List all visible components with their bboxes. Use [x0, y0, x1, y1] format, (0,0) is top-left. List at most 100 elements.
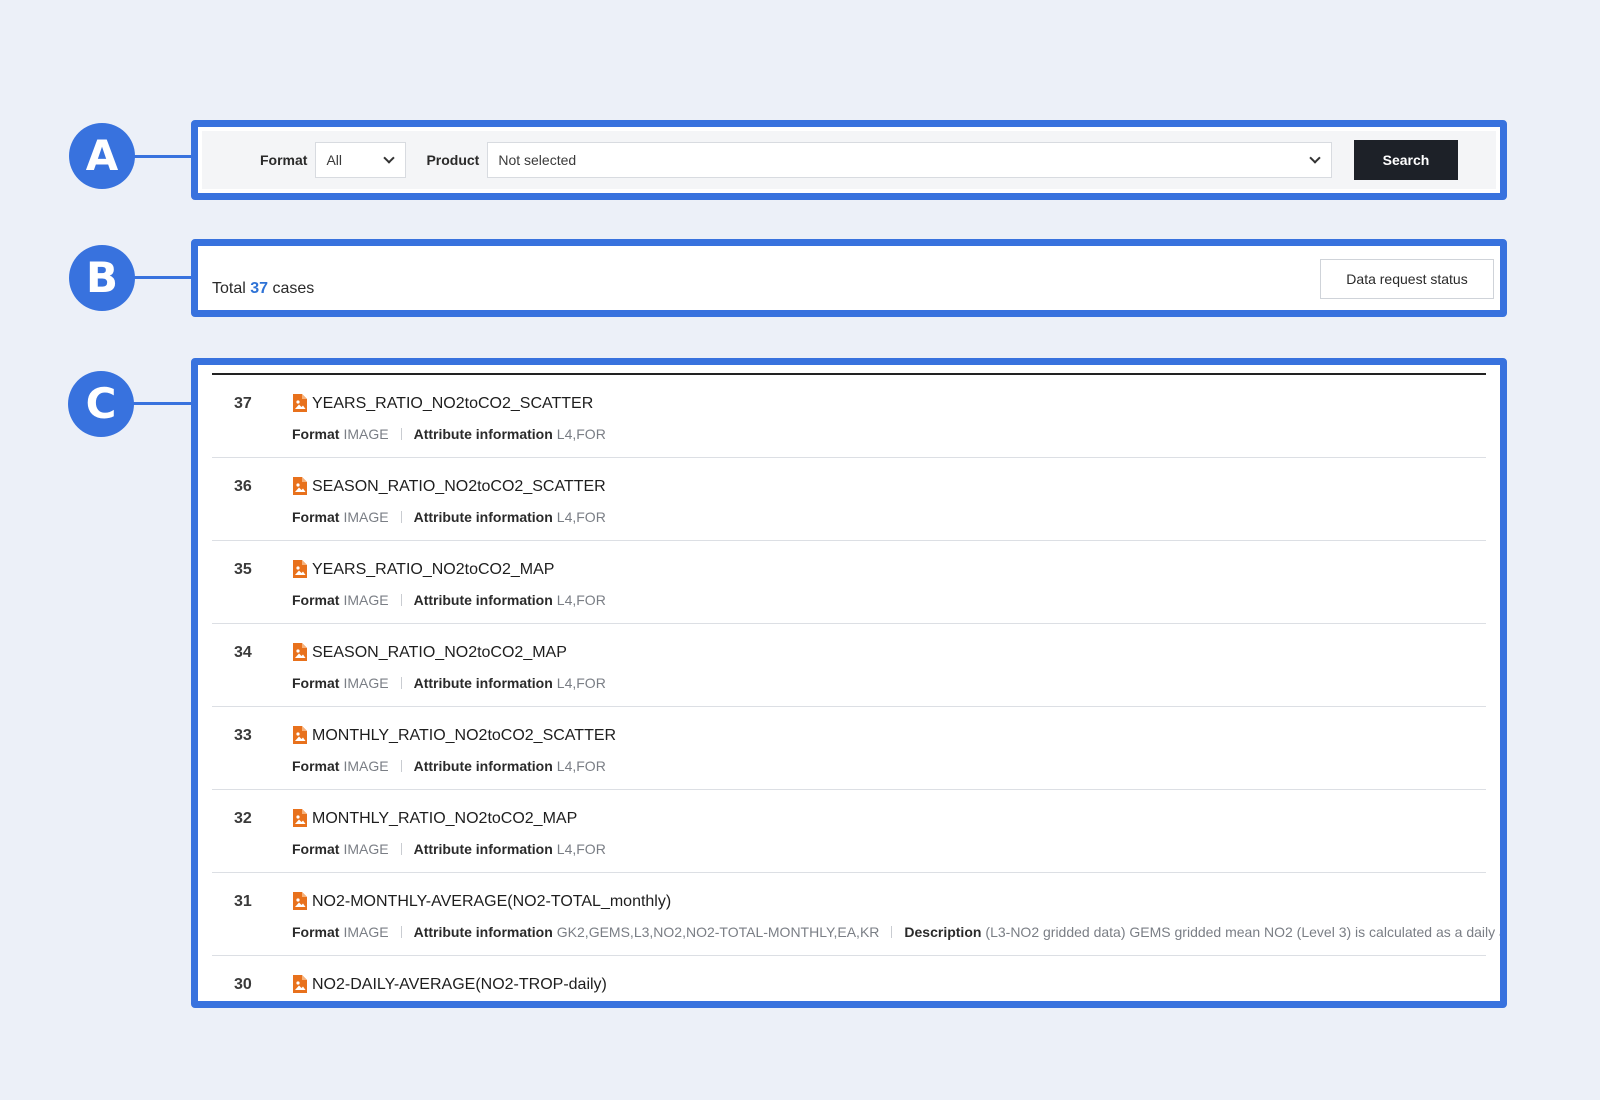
format-label: Format: [292, 841, 340, 857]
image-file-icon: [293, 892, 307, 910]
format-select-value: All: [326, 152, 343, 168]
results-section-frame: 37 YEARS_RATIO_NO2toCO2_SCATTER Format IM…: [191, 358, 1507, 1008]
callout-a: A: [69, 123, 135, 189]
product-label: Product: [426, 152, 480, 168]
format-value: IMAGE: [343, 758, 389, 774]
total-cases-text: Total 37 cases: [212, 280, 314, 298]
image-file-icon: [293, 560, 307, 578]
image-file-icon: [293, 394, 307, 412]
filter-bar: Format All Product Not selected Search: [202, 131, 1496, 189]
format-value: IMAGE: [343, 592, 389, 608]
format-value: IMAGE: [343, 426, 389, 442]
item-meta: Format IMAGE Attribute information GK2,GEMS…: [292, 924, 1507, 940]
meta-separator: [400, 428, 402, 440]
callout-c: C: [68, 371, 134, 437]
total-prefix: Total: [212, 280, 246, 297]
format-label: Format: [292, 675, 340, 691]
chevron-down-icon: [383, 151, 396, 164]
chevron-down-icon: [1309, 151, 1322, 164]
item-title[interactable]: NO2-MONTHLY-AVERAGE(NO2-TOTAL_monthly): [312, 893, 671, 911]
format-value: IMAGE: [343, 675, 389, 691]
meta-separator: [400, 594, 402, 606]
item-number: 35: [234, 561, 252, 578]
attribute-label: Attribute information: [413, 426, 553, 442]
format-label: Format: [292, 924, 340, 940]
format-value: IMAGE: [343, 841, 389, 857]
item-title[interactable]: YEARS_RATIO_NO2toCO2_MAP: [312, 561, 554, 579]
search-button[interactable]: Search: [1354, 140, 1458, 180]
attribute-value: L4,FOR: [556, 509, 606, 525]
item-number: 37: [234, 395, 252, 412]
meta-separator: [400, 677, 402, 689]
description-value: (L3-NO2 gridded data) GEMS gridded mean …: [985, 924, 1507, 940]
total-suffix: cases: [272, 280, 315, 297]
image-file-icon: [293, 809, 307, 827]
item-number: 34: [234, 644, 252, 661]
format-value: IMAGE: [343, 509, 389, 525]
item-number: 33: [234, 727, 252, 744]
item-number: 36: [234, 478, 252, 495]
list-item[interactable]: 31 NO2-MONTHLY-AVERAGE(NO2-TOTAL_monthly…: [212, 873, 1500, 956]
format-label: Format: [292, 426, 340, 442]
item-meta: Format IMAGE Attribute information L4,FOR: [292, 509, 606, 525]
item-title[interactable]: NO2-DAILY-AVERAGE(NO2-TROP-daily): [312, 976, 607, 994]
product-select[interactable]: Not selected: [487, 142, 1333, 178]
callout-b: B: [69, 245, 135, 311]
image-file-icon: [293, 477, 307, 495]
attribute-label: Attribute information: [413, 758, 553, 774]
attribute-value: GK2,GEMS,L3,NO2,NO2-TOTAL-MONTHLY,EA,KR: [556, 924, 880, 940]
item-number: 30: [234, 976, 252, 993]
attribute-label: Attribute information: [413, 675, 553, 691]
data-request-status-button[interactable]: Data request status: [1320, 259, 1494, 299]
item-title[interactable]: SEASON_RATIO_NO2toCO2_MAP: [312, 644, 567, 662]
item-title[interactable]: MONTHLY_RATIO_NO2toCO2_SCATTER: [312, 727, 616, 745]
image-file-icon: [293, 643, 307, 661]
callout-c-connector: [133, 402, 191, 405]
attribute-label: Attribute information: [413, 592, 553, 608]
product-select-value: Not selected: [498, 152, 577, 168]
attribute-value: L4,FOR: [556, 841, 606, 857]
attribute-label: Attribute information: [413, 841, 553, 857]
item-meta: Format IMAGE Attribute information L4,FOR: [292, 841, 606, 857]
list-item[interactable]: 36 SEASON_RATIO_NO2toCO2_SCATTER Format I…: [212, 458, 1486, 541]
format-label: Format: [292, 509, 340, 525]
item-title[interactable]: SEASON_RATIO_NO2toCO2_SCATTER: [312, 478, 606, 496]
filter-section-frame: Format All Product Not selected Search: [191, 120, 1507, 200]
attribute-label: Attribute information: [413, 509, 553, 525]
list-item[interactable]: 35 YEARS_RATIO_NO2toCO2_MAP Format IMAGE A…: [212, 541, 1486, 624]
summary-section-frame: Total 37 cases Data request status: [191, 239, 1507, 317]
meta-separator: [400, 511, 402, 523]
list-item[interactable]: 34 SEASON_RATIO_NO2toCO2_MAP Format IMAGE…: [212, 624, 1486, 707]
item-meta: Format IMAGE Attribute information L4,FOR: [292, 675, 606, 691]
item-meta: Format IMAGE Attribute information L4,FOR: [292, 758, 606, 774]
format-label: Format: [292, 758, 340, 774]
item-title[interactable]: YEARS_RATIO_NO2toCO2_SCATTER: [312, 395, 593, 413]
format-label: Format: [292, 592, 340, 608]
image-file-icon: [293, 726, 307, 744]
format-value: IMAGE: [343, 924, 389, 940]
attribute-value: L4,FOR: [556, 758, 606, 774]
list-item[interactable]: 30 NO2-DAILY-AVERAGE(NO2-TROP-daily): [212, 956, 1486, 1001]
list-item[interactable]: 33 MONTHLY_RATIO_NO2toCO2_SCATTER Format…: [212, 707, 1486, 790]
meta-separator: [400, 843, 402, 855]
list-item[interactable]: 32 MONTHLY_RATIO_NO2toCO2_MAP Format IMAG…: [212, 790, 1486, 873]
format-select[interactable]: All: [315, 142, 407, 178]
callout-b-connector: [134, 276, 191, 279]
meta-separator: [400, 926, 402, 938]
item-meta: Format IMAGE Attribute information L4,FOR: [292, 426, 606, 442]
item-title[interactable]: MONTHLY_RATIO_NO2toCO2_MAP: [312, 810, 577, 828]
item-number: 31: [234, 893, 252, 910]
image-file-icon: [293, 975, 307, 993]
attribute-value: L4,FOR: [556, 426, 606, 442]
total-count: 37: [250, 280, 269, 297]
list-item[interactable]: 37 YEARS_RATIO_NO2toCO2_SCATTER Format IM…: [212, 375, 1486, 458]
item-number: 32: [234, 810, 252, 827]
attribute-value: L4,FOR: [556, 592, 606, 608]
attribute-value: L4,FOR: [556, 675, 606, 691]
attribute-label: Attribute information: [413, 924, 553, 940]
callout-a-connector: [134, 155, 191, 158]
description-label: Description: [904, 924, 982, 940]
results-list: 37 YEARS_RATIO_NO2toCO2_SCATTER Format IM…: [212, 375, 1500, 1001]
format-label: Format: [260, 152, 308, 168]
item-meta: Format IMAGE Attribute information L4,FOR: [292, 592, 606, 608]
